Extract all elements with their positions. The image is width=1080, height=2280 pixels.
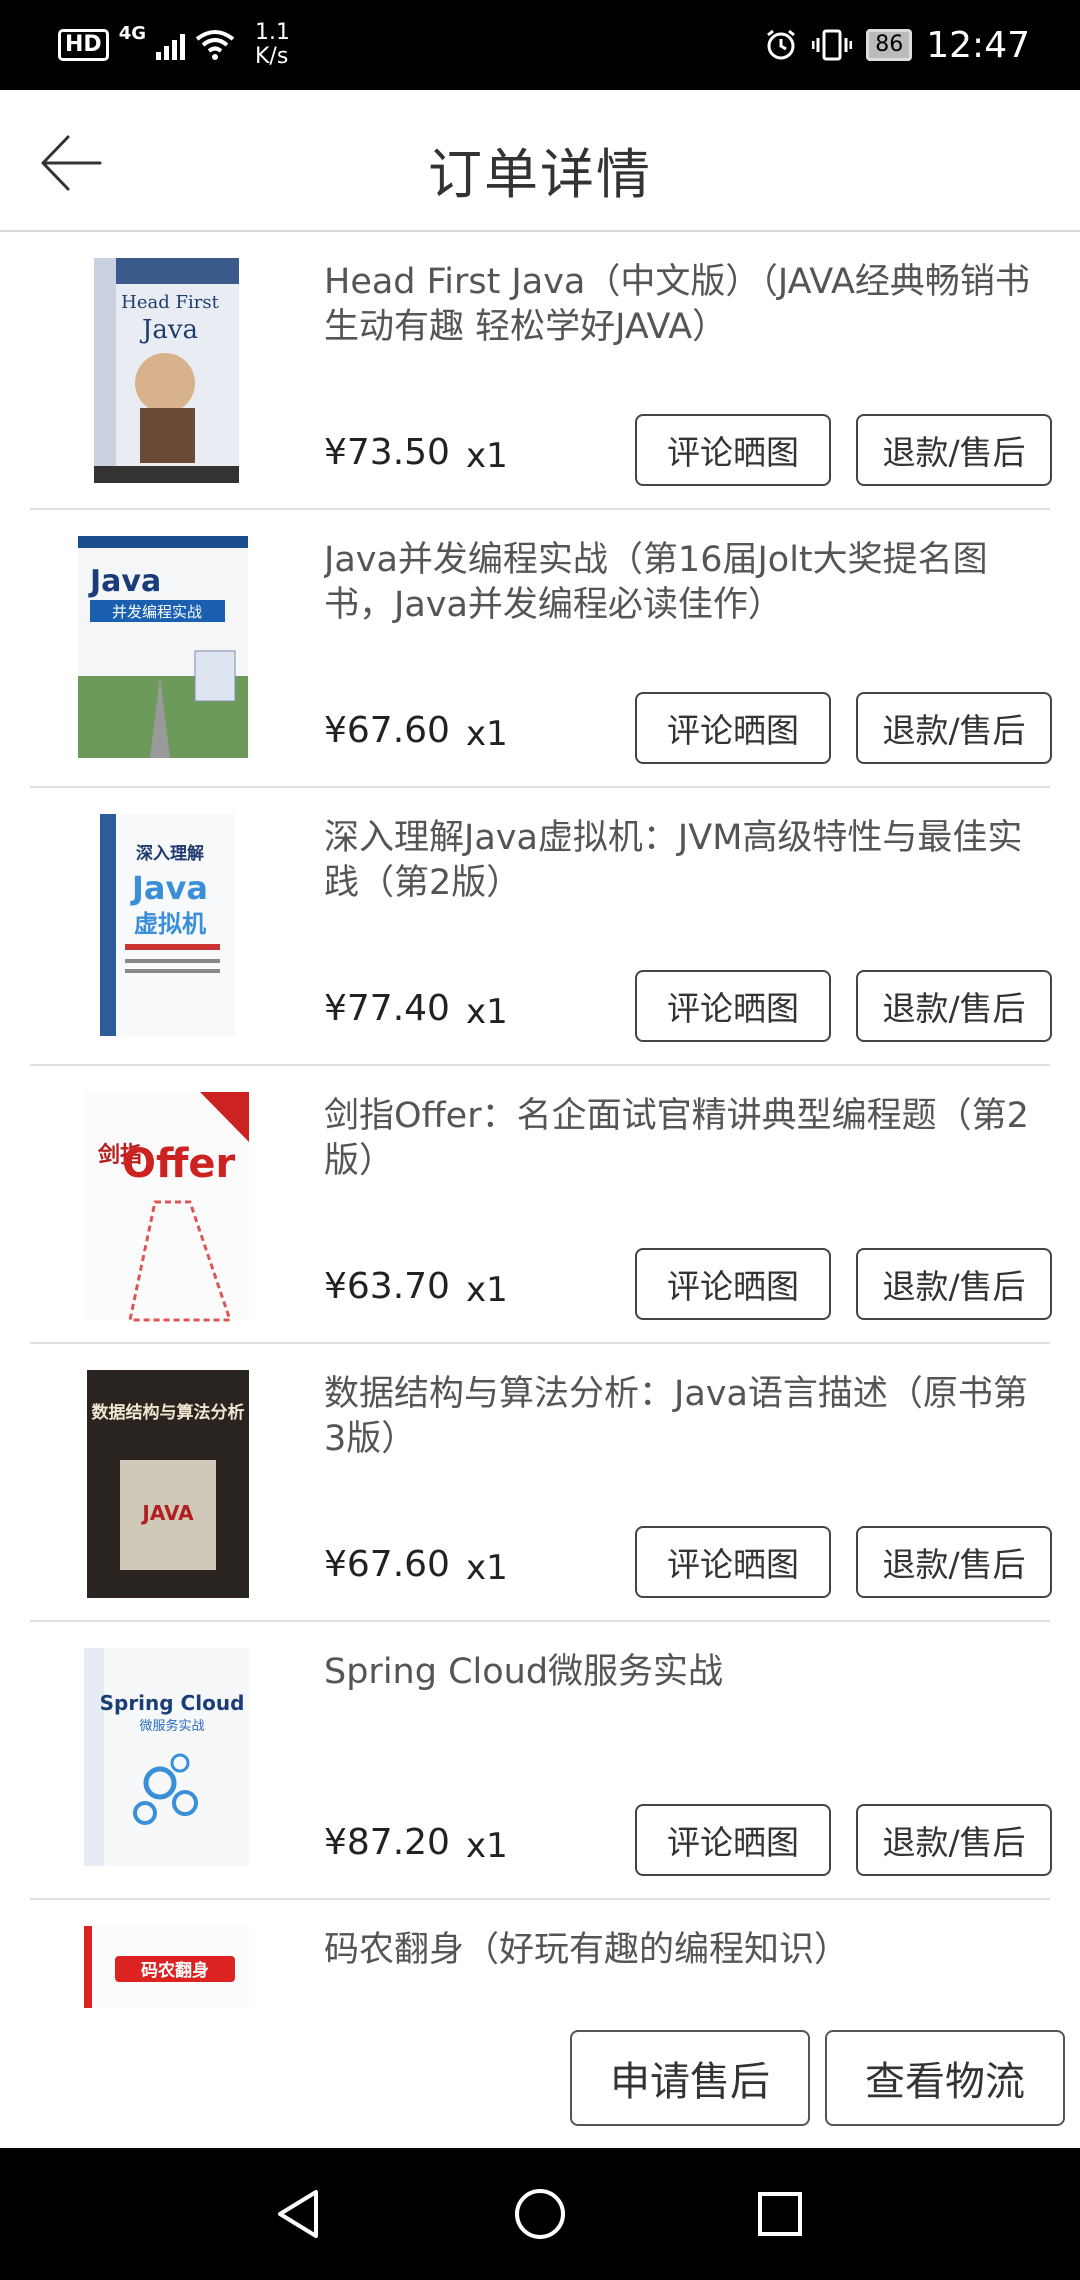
refund-button[interactable]: 退款/售后 bbox=[856, 414, 1052, 486]
order-item[interactable]: Java 并发编程实战 Java并发编程实战（第16届Jolt大奖提名图书，Ja… bbox=[30, 510, 1052, 788]
status-left: HD 4G 1.1 K/s bbox=[58, 18, 290, 72]
review-button[interactable]: 评论晒图 bbox=[635, 1248, 831, 1320]
review-button[interactable]: 评论晒图 bbox=[635, 692, 831, 764]
page-title: 订单详情 bbox=[428, 143, 652, 206]
cover-text: Java bbox=[139, 315, 198, 345]
signal-icon bbox=[156, 30, 185, 60]
book-cover-image: 数据结构与算法分析 JAVA bbox=[87, 1370, 249, 1598]
book-cover-image: 深入理解 Java 虚拟机 bbox=[100, 814, 235, 1036]
view-logistics-button[interactable]: 查看物流 bbox=[825, 2030, 1065, 2126]
apply-after-sales-button[interactable]: 申请售后 bbox=[570, 2030, 810, 2126]
clock: 12:47 bbox=[926, 24, 1030, 66]
cover-text: 微服务实战 bbox=[139, 1718, 204, 1734]
battery-icon: 86 bbox=[866, 29, 913, 61]
cover-text: 码农翻身 bbox=[141, 1960, 209, 1981]
product-quantity: x1 bbox=[466, 436, 508, 476]
product-quantity: x1 bbox=[466, 1270, 508, 1310]
product-price: ¥87.20 bbox=[324, 1822, 450, 1863]
product-quantity: x1 bbox=[466, 1826, 508, 1866]
alarm-icon bbox=[767, 29, 796, 60]
book-cover-image: Head First Java bbox=[94, 258, 239, 483]
product-title[interactable]: Spring Cloud微服务实战 bbox=[324, 1650, 1044, 1695]
order-item[interactable]: Head First Java Head First Java（中文版）（JAV… bbox=[30, 232, 1052, 510]
vibrate-icon bbox=[812, 29, 853, 61]
review-button[interactable]: 评论晒图 bbox=[635, 1804, 831, 1876]
book-cover-image: 剑指 Offer bbox=[84, 1092, 249, 1322]
wifi-icon bbox=[195, 30, 235, 60]
header: 订单详情 bbox=[0, 90, 1080, 232]
book-cover-image: Java 并发编程实战 bbox=[78, 536, 248, 758]
recents-square-icon[interactable] bbox=[750, 2184, 810, 2244]
product-price: ¥73.50 bbox=[324, 432, 450, 473]
review-button[interactable]: 评论晒图 bbox=[635, 1526, 831, 1598]
product-price: ¥63.70 bbox=[324, 1266, 450, 1307]
cover-text: Java bbox=[88, 564, 161, 599]
hd-icon: HD bbox=[58, 29, 109, 61]
network-speed: 1.1 K/s bbox=[255, 20, 290, 69]
review-button[interactable]: 评论晒图 bbox=[635, 970, 831, 1042]
back-triangle-icon[interactable] bbox=[270, 2184, 330, 2244]
cover-text: Offer bbox=[122, 1141, 236, 1187]
refund-button[interactable]: 退款/售后 bbox=[856, 1248, 1052, 1320]
product-quantity: x1 bbox=[466, 992, 508, 1032]
refund-button[interactable]: 退款/售后 bbox=[856, 1526, 1052, 1598]
refund-button[interactable]: 退款/售后 bbox=[856, 692, 1052, 764]
product-quantity: x1 bbox=[466, 1548, 508, 1588]
cover-text: Head First bbox=[121, 292, 219, 313]
cover-text: JAVA bbox=[140, 1501, 194, 1525]
home-circle-icon[interactable] bbox=[510, 2184, 570, 2244]
product-title[interactable]: 深入理解Java虚拟机：JVM高级特性与最佳实践（第2版） bbox=[324, 816, 1044, 906]
order-item[interactable]: Spring Cloud 微服务实战 Spring Cloud微服务实战 ¥87… bbox=[30, 1622, 1052, 1900]
book-cover-image: 码农翻身 bbox=[84, 1926, 249, 2008]
product-quantity: x1 bbox=[466, 714, 508, 754]
order-item[interactable]: 码农翻身 码农翻身（好玩有趣的编程知识） bbox=[30, 1900, 1050, 2008]
footer-bar: 申请售后 查看物流 bbox=[0, 2008, 1080, 2148]
product-title[interactable]: 数据结构与算法分析：Java语言描述（原书第3版） bbox=[324, 1372, 1044, 1462]
navigation-bar bbox=[0, 2148, 1080, 2280]
order-item[interactable]: 剑指 Offer 剑指Offer：名企面试官精讲典型编程题（第2版） ¥63.7… bbox=[30, 1066, 1052, 1344]
status-bar: HD 4G 1.1 K/s 86 12:47 bbox=[0, 0, 1080, 90]
book-cover-image: Spring Cloud 微服务实战 bbox=[84, 1648, 249, 1866]
cover-text: 虚拟机 bbox=[134, 910, 206, 938]
product-title[interactable]: Java并发编程实战（第16届Jolt大奖提名图书，Java并发编程必读佳作） bbox=[324, 538, 1044, 628]
network-type: 4G bbox=[118, 22, 146, 44]
product-title[interactable]: 剑指Offer：名企面试官精讲典型编程题（第2版） bbox=[324, 1094, 1044, 1184]
product-price: ¥77.40 bbox=[324, 988, 450, 1029]
product-title[interactable]: Head First Java（中文版）（JAVA经典畅销书 生动有趣 轻松学好… bbox=[324, 260, 1044, 350]
cover-text: 数据结构与算法分析 bbox=[92, 1402, 245, 1423]
status-right: 86 12:47 bbox=[764, 18, 1030, 72]
cover-text: Spring Cloud bbox=[100, 1691, 245, 1715]
cover-text: 深入理解 bbox=[136, 843, 204, 864]
order-item[interactable]: 深入理解 Java 虚拟机 深入理解Java虚拟机：JVM高级特性与最佳实践（第… bbox=[30, 788, 1052, 1066]
refund-button[interactable]: 退款/售后 bbox=[856, 1804, 1052, 1876]
review-button[interactable]: 评论晒图 bbox=[635, 414, 831, 486]
product-price: ¥67.60 bbox=[324, 1544, 450, 1585]
cover-text: Java bbox=[130, 869, 208, 907]
order-item[interactable]: 数据结构与算法分析 JAVA 数据结构与算法分析：Java语言描述（原书第3版）… bbox=[30, 1344, 1052, 1622]
refund-button[interactable]: 退款/售后 bbox=[856, 970, 1052, 1042]
cover-text: 并发编程实战 bbox=[112, 603, 202, 621]
product-price: ¥67.60 bbox=[324, 710, 450, 751]
product-title[interactable]: 码农翻身（好玩有趣的编程知识） bbox=[324, 1928, 1044, 1973]
